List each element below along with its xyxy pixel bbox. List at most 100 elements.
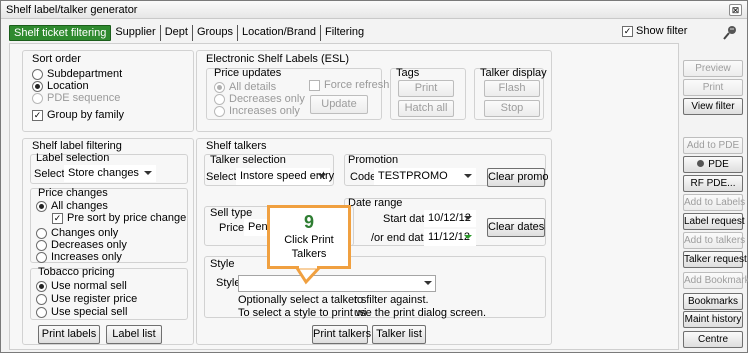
- add-to-talkers-button[interactable]: Add to talkers: [683, 232, 745, 249]
- date-range-title: Date range: [348, 197, 403, 209]
- tab-shelf-ticket-filtering[interactable]: Shelf ticket filtering: [9, 25, 112, 41]
- style-dropdown[interactable]: [238, 275, 436, 292]
- sort-location-option[interactable]: Location: [32, 80, 89, 92]
- decreases-only-esl-label: Decreases only: [229, 93, 305, 105]
- show-filter-toggle[interactable]: ✓ Show filter: [622, 25, 687, 37]
- maint-history-button[interactable]: Maint history: [683, 311, 743, 328]
- increases-only-label: Increases only: [51, 251, 122, 263]
- main-panel: Sort order Subdepartment Location PDE se…: [9, 43, 679, 350]
- increases-only-esl-label: Increases only: [229, 105, 300, 117]
- label-request-button[interactable]: Label request: [683, 213, 745, 230]
- callout-line-2: Talkers: [291, 248, 327, 260]
- use-register-price-label: Use register price: [51, 293, 138, 305]
- use-register-price-option[interactable]: Use register price: [36, 293, 137, 305]
- style-hint-1b: to filter against.: [354, 294, 429, 306]
- add-bookmark-button[interactable]: Add Bookmark: [683, 272, 748, 289]
- changes-only-radio[interactable]: [36, 227, 47, 239]
- talker-display-title: Talker display: [480, 67, 547, 79]
- use-register-price-radio[interactable]: [36, 293, 47, 305]
- label-selection-title: Label selection: [36, 152, 110, 164]
- tab-supplier[interactable]: Supplier: [111, 25, 161, 41]
- stop-button[interactable]: Stop: [484, 100, 540, 117]
- increases-only-esl-option: Increases only: [214, 105, 300, 117]
- tobacco-pricing-title: Tobacco pricing: [38, 266, 115, 278]
- sort-pde-sequence-option: PDE sequence: [32, 92, 120, 104]
- tab-groups[interactable]: Groups: [193, 25, 239, 41]
- sort-location-radio[interactable]: [32, 80, 43, 92]
- preview-button[interactable]: Preview: [683, 60, 743, 77]
- label-selection-dropdown[interactable]: Store changes: [64, 165, 156, 182]
- pre-sort-option[interactable]: ✓ Pre sort by price change: [52, 212, 186, 224]
- flash-button[interactable]: Flash: [484, 80, 540, 97]
- use-normal-sell-label: Use normal sell: [51, 280, 127, 292]
- force-refresh-label: Force refresh: [324, 79, 390, 91]
- close-icon[interactable]: ⊠: [729, 4, 742, 16]
- increases-only-option[interactable]: Increases only: [36, 251, 122, 263]
- shelf-talkers-title: Shelf talkers: [206, 140, 267, 152]
- increases-only-radio[interactable]: [36, 251, 47, 263]
- style-hint-2b: use the print dialog screen.: [354, 307, 487, 319]
- chevron-down-icon: [144, 171, 152, 175]
- promotion-title: Promotion: [348, 154, 399, 166]
- hatch-all-button[interactable]: Hatch all: [398, 100, 454, 117]
- shelf-label-filtering-title: Shelf label filtering: [32, 140, 122, 152]
- sort-subdepartment-option[interactable]: Subdepartment: [32, 68, 122, 80]
- style-hint-1: Optionally select a talker s: [238, 294, 367, 306]
- tab-location-brand[interactable]: Location/Brand: [238, 25, 322, 41]
- update-button[interactable]: Update: [310, 95, 368, 114]
- label-selection-value: Store changes: [68, 167, 139, 179]
- start-date-picker[interactable]: 10/12/12: [424, 210, 476, 227]
- tab-filtering[interactable]: Filtering: [321, 25, 368, 41]
- use-special-sell-option[interactable]: Use special sell: [36, 306, 127, 318]
- all-changes-option[interactable]: All changes: [36, 200, 108, 212]
- sort-subdepartment-label: Subdepartment: [47, 68, 123, 80]
- all-changes-label: All changes: [51, 200, 108, 212]
- show-filter-checkbox[interactable]: ✓: [622, 25, 633, 37]
- label-select-label: Select: [34, 168, 65, 180]
- end-date-label: /or end date: [371, 232, 430, 244]
- use-special-sell-radio[interactable]: [36, 306, 47, 318]
- callout-step-number: 9: [303, 212, 314, 232]
- talker-selection-dropdown[interactable]: Instore speed entry: [236, 168, 334, 185]
- group-by-family-option[interactable]: ✓ Group by family: [32, 109, 124, 121]
- clear-promo-button[interactable]: Clear promo: [487, 168, 549, 187]
- pre-sort-checkbox[interactable]: ✓: [52, 212, 63, 224]
- add-to-pde-button[interactable]: Add to PDE: [683, 137, 743, 154]
- all-changes-radio[interactable]: [36, 200, 47, 212]
- group-by-family-checkbox[interactable]: ✓: [32, 109, 43, 121]
- end-date-picker[interactable]: 11/12/12: [424, 229, 476, 246]
- esl-title: Electronic Shelf Labels (ESL): [206, 53, 350, 65]
- tab-dept[interactable]: Dept: [161, 25, 193, 41]
- bookmarks-button[interactable]: Bookmarks: [683, 293, 743, 310]
- rf-pde-button[interactable]: RF PDE...: [683, 175, 743, 192]
- changes-only-option[interactable]: Changes only: [36, 227, 118, 239]
- pin-icon[interactable]: [722, 25, 738, 41]
- use-normal-sell-radio[interactable]: [36, 280, 47, 292]
- sort-subdepartment-radio[interactable]: [32, 68, 43, 80]
- print-labels-button[interactable]: Print labels: [38, 325, 100, 344]
- add-to-labels-button[interactable]: Add to Labels: [683, 194, 745, 211]
- talker-request-button[interactable]: Talker request: [683, 251, 747, 268]
- decreases-only-esl-radio: [214, 93, 225, 105]
- clear-dates-button[interactable]: Clear dates: [487, 218, 545, 237]
- pde-label: PDE: [708, 159, 729, 170]
- all-details-radio: [214, 81, 225, 93]
- talker-list-button[interactable]: Talker list: [372, 325, 426, 344]
- chevron-down-icon: [464, 235, 472, 239]
- record-icon: [697, 160, 705, 167]
- centre-button[interactable]: Centre: [683, 331, 743, 348]
- decreases-only-radio[interactable]: [36, 239, 47, 251]
- print-button[interactable]: Print: [683, 79, 743, 96]
- decreases-only-option[interactable]: Decreases only: [36, 239, 127, 251]
- pde-button[interactable]: PDE: [683, 156, 743, 173]
- use-special-sell-label: Use special sell: [51, 306, 128, 318]
- print-talkers-button[interactable]: Print talkers: [312, 325, 371, 344]
- promo-code-dropdown[interactable]: TESTPROMO: [374, 168, 476, 185]
- sell-type-price-label: Price: [219, 222, 245, 234]
- action-sidebar: Preview Print View filter Add to PDE PDE…: [679, 43, 748, 350]
- label-list-button[interactable]: Label list: [106, 325, 162, 344]
- view-filter-button[interactable]: View filter: [683, 98, 743, 115]
- use-normal-sell-option[interactable]: Use normal sell: [36, 280, 127, 292]
- tab-bar: Shelf ticket filtering Supplier Dept Gro…: [9, 25, 368, 41]
- tags-print-button[interactable]: Print: [398, 80, 454, 97]
